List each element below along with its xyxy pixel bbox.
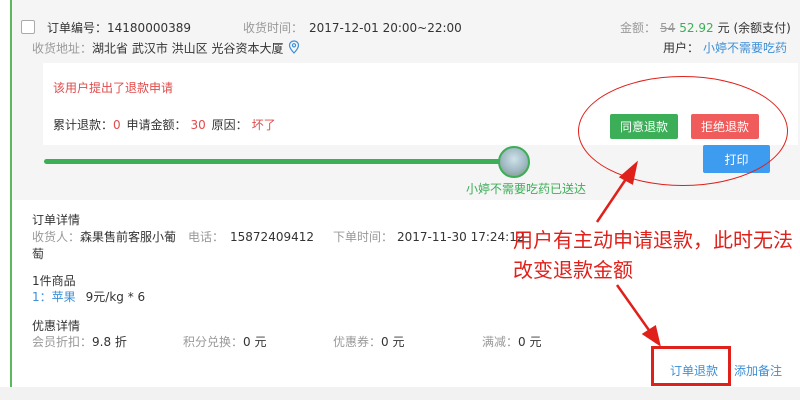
amount-note: 元 (余额支付) [717, 21, 791, 35]
user-name-link[interactable]: 小婷不需要吃药 [703, 41, 787, 55]
annotation-ellipse [578, 76, 788, 186]
phone-value: 15872409412 [230, 230, 314, 244]
points-exchange: 积分兑换：0 元 [183, 334, 266, 350]
order-select-checkbox[interactable] [21, 20, 35, 34]
discount-title: 优惠详情 [32, 319, 81, 333]
annotation-box [651, 346, 731, 386]
page-bottom-strip [0, 387, 800, 400]
order-number-label: 订单编号： [47, 21, 108, 35]
user-label: 用户： [663, 41, 700, 55]
order-number-value: 14180000389 [107, 21, 191, 35]
delivery-time-value: 2017-12-01 20:00~22:00 [309, 21, 462, 35]
receiver-name: 森果售前客服小葡 [80, 230, 177, 244]
order-time-value: 2017-11-30 17:24:12 [397, 230, 525, 244]
order-card: 订单编号：14180000389 收货时间： 2017-12-01 20:00~2… [10, 0, 800, 387]
amount-original: 54 [660, 21, 676, 35]
delivery-progress-bar [44, 159, 509, 164]
full-reduction: 满减：0 元 [482, 334, 541, 350]
goods-title: 1件商品 [32, 274, 76, 288]
refund-summary: 累计退款：0 申请金额： 30 原因： 坏了 [53, 117, 276, 133]
details-title: 订单详情 [32, 213, 81, 227]
delivery-time: 收货时间： 2017-12-01 20:00~22:00 [243, 20, 462, 36]
location-pin-icon[interactable] [288, 40, 300, 58]
refund-total-value: 0 [113, 118, 121, 132]
coupon-value: 0 元 [381, 335, 405, 349]
apply-amount-label: 申请金额： [126, 118, 187, 132]
receiver-name-wrap: 萄 [32, 247, 45, 261]
fullcut-value: 0 元 [518, 335, 542, 349]
coupon: 优惠券：0 元 [333, 334, 404, 350]
address-value: 湖北省 武汉市 洪山区 光谷资本大厦 [92, 41, 284, 56]
delivery-time-label: 收货时间： [243, 21, 304, 35]
member-discount: 会员折扣：9.8 折 [32, 334, 127, 350]
points-label: 积分兑换： [183, 335, 244, 349]
annotation-text: 用户有主动申请退款，此时无法改变退款金额 [513, 228, 793, 282]
order-number: 订单编号：14180000389 [47, 20, 191, 36]
fullcut-label: 满减： [482, 335, 519, 349]
goods-index: 1： [32, 290, 52, 304]
reason-value: 坏了 [251, 118, 276, 132]
refund-notice: 该用户提出了退款申请 [53, 81, 174, 95]
amount-current: 52.92 [679, 21, 714, 35]
phone: 电话： 15872409412 [188, 229, 314, 245]
goods-item: 1：苹果 9元/kg * 6 [32, 289, 145, 305]
apply-amount-value: 30 [190, 118, 206, 132]
refund-total-label: 累计退款： [53, 118, 114, 132]
coupon-label: 优惠券： [333, 335, 382, 349]
goods-name-link[interactable]: 苹果 [52, 290, 76, 304]
receiver-label: 收货人： [32, 230, 81, 244]
add-note-link[interactable]: 添加备注 [734, 363, 782, 379]
member-discount-value: 9.8 折 [92, 335, 127, 349]
points-value: 0 元 [243, 335, 267, 349]
order-user: 用户： 小婷不需要吃药 [663, 40, 787, 56]
goods-spec: 9元/kg * 6 [85, 290, 146, 304]
amount-label: 金额： [620, 21, 657, 35]
delivery-address: 收货地址：湖北省 武汉市 洪山区 光谷资本大厦 [32, 40, 300, 58]
order-time: 下单时间： 2017-11-30 17:24:12 [333, 229, 524, 245]
receiver: 收货人：森果售前客服小葡 [32, 229, 176, 245]
address-label: 收货地址： [32, 41, 93, 56]
member-discount-label: 会员折扣： [32, 335, 93, 349]
reason-label: 原因： [211, 118, 248, 132]
courier-avatar [498, 146, 530, 178]
delivery-status-text: 小婷不需要吃药已送达 [466, 182, 587, 196]
order-time-label: 下单时间： [333, 230, 394, 244]
order-amount: 金额： 54 52.92 元 (余额支付) [620, 20, 791, 36]
phone-label: 电话： [188, 230, 225, 244]
